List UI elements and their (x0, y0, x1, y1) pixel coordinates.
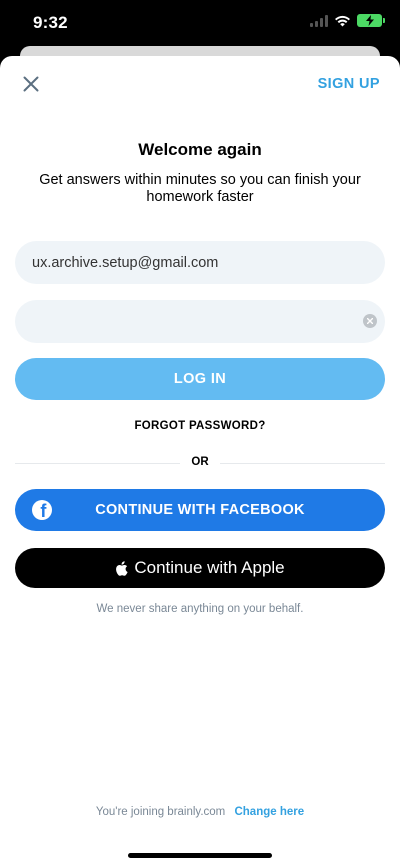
status-icons (310, 14, 385, 27)
login-sheet: SIGN UP Welcome again Get answers within… (0, 56, 400, 866)
status-bar: 9:32 (0, 0, 400, 46)
apple-button-label: Continue with Apple (134, 558, 285, 577)
page-title: Welcome again (138, 140, 262, 159)
close-button[interactable] (20, 73, 42, 95)
login-button[interactable]: LOG IN (15, 358, 385, 400)
change-region-link[interactable]: Change here (234, 806, 304, 818)
region-footer: You're joining brainly.com Change here (0, 806, 400, 818)
or-divider: OR (15, 456, 385, 468)
or-label: OR (191, 456, 209, 468)
email-field-value: ux.archive.setup@gmail.com (32, 254, 219, 271)
close-icon (23, 76, 39, 92)
facebook-icon: f (32, 500, 52, 520)
battery-icon (357, 14, 385, 27)
facebook-button[interactable]: f CONTINUE WITH FACEBOOK (15, 489, 385, 531)
email-field[interactable]: ux.archive.setup@gmail.com (15, 241, 385, 284)
apple-button[interactable]: Continue with Apple (15, 548, 385, 588)
privacy-note: We never share anything on your behalf. (96, 603, 304, 615)
wifi-icon (335, 15, 350, 26)
joining-text: You're joining brainly.com (95, 806, 226, 818)
page-subtitle: Get answers within minutes so you can fi… (39, 172, 361, 205)
divider-line-right (220, 463, 385, 464)
forgot-password-link[interactable]: FORGOT PASSWORD? (0, 420, 400, 432)
apple-icon (116, 560, 128, 576)
status-time: 9:32 (33, 13, 68, 32)
signup-button[interactable]: SIGN UP (318, 76, 380, 92)
signal-icon (310, 14, 328, 27)
clear-icon[interactable] (363, 314, 377, 328)
password-field[interactable] (15, 300, 385, 343)
facebook-button-label: CONTINUE WITH FACEBOOK (95, 502, 305, 518)
home-indicator (128, 853, 272, 858)
